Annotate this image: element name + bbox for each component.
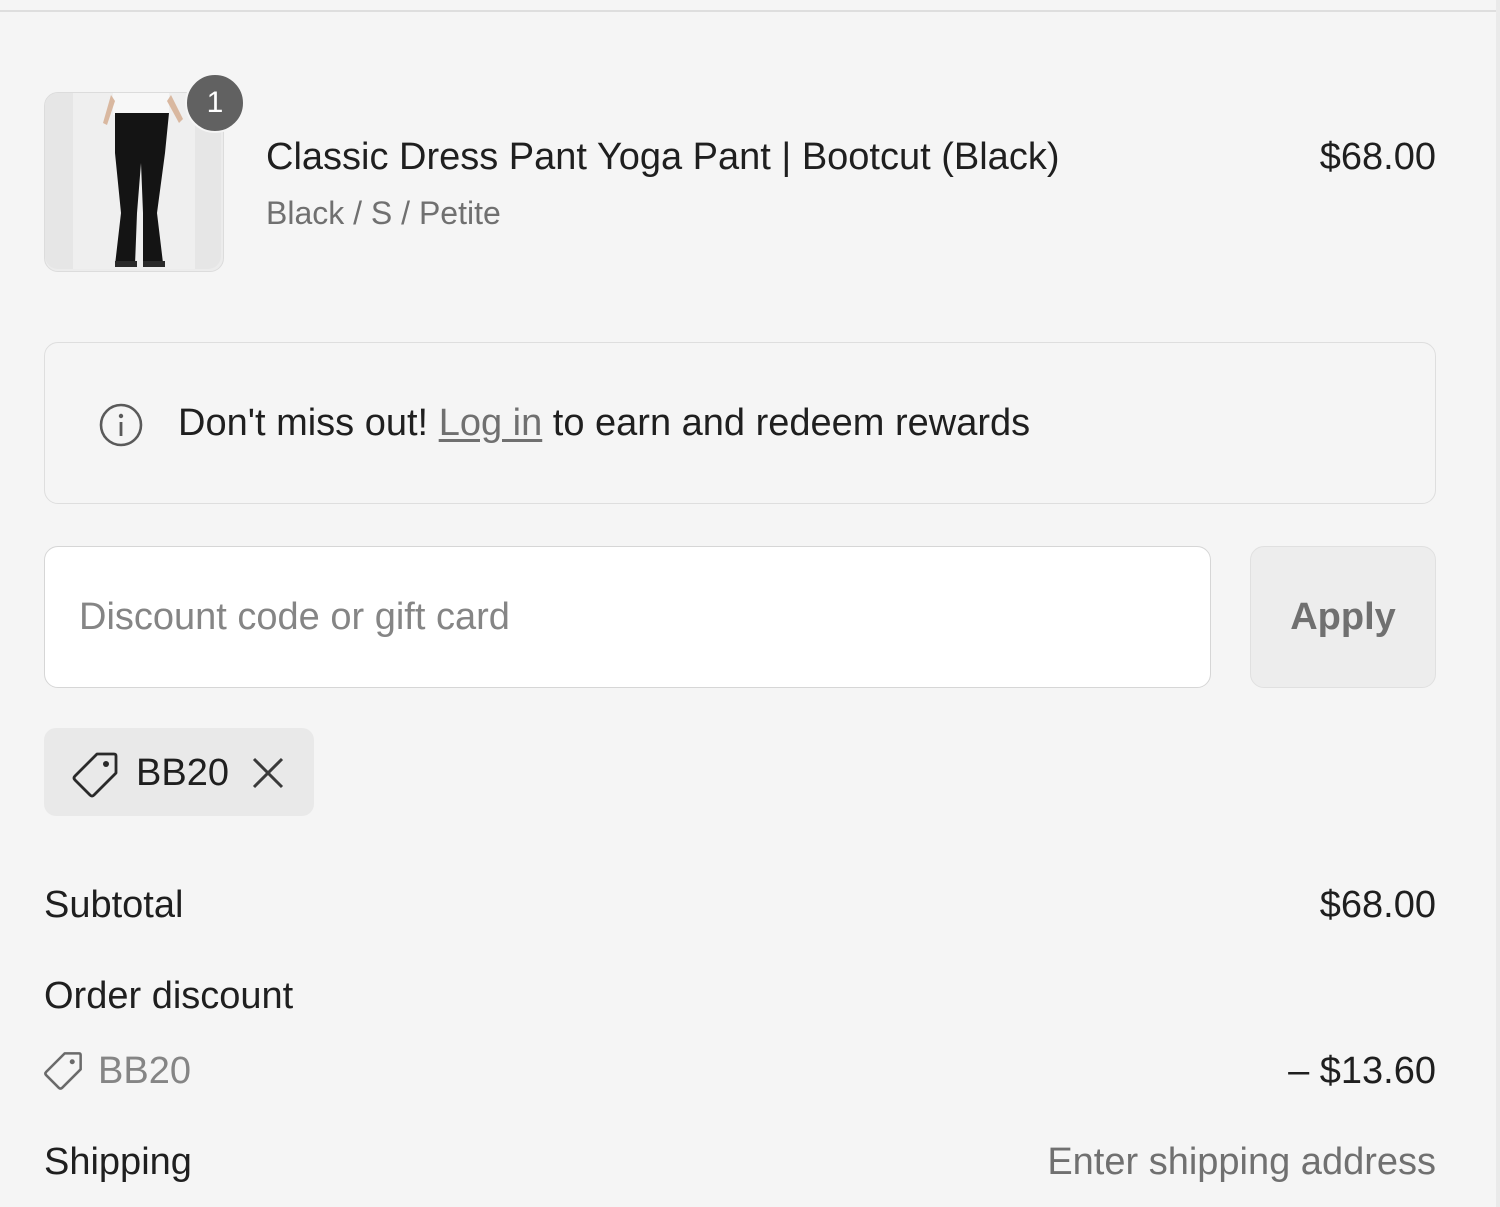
right-divider	[1496, 0, 1500, 1207]
rewards-message: Don't miss out! Log in to earn and redee…	[178, 402, 1030, 445]
product-price: $68.00	[1319, 136, 1436, 178]
rewards-suffix: to earn and redeem rewards	[542, 402, 1031, 444]
subtotal-label: Subtotal	[44, 884, 184, 926]
quantity-badge: 1	[185, 73, 245, 133]
applied-code-label: BB20	[136, 752, 229, 794]
shipping-label: Shipping	[44, 1141, 192, 1183]
rewards-prefix: Don't miss out!	[178, 402, 439, 444]
product-name: Classic Dress Pant Yoga Pant | Bootcut (…	[266, 136, 1060, 178]
login-link[interactable]: Log in	[439, 402, 543, 444]
product-variant: Black / S / Petite	[266, 195, 501, 231]
shipping-value: Enter shipping address	[1047, 1141, 1436, 1183]
tag-icon	[72, 752, 118, 798]
order-discount-value: – $13.60	[1288, 1050, 1436, 1092]
apply-button[interactable]: Apply	[1250, 546, 1436, 688]
subtotal-value: $68.00	[1319, 884, 1436, 926]
order-summary-panel: 1 Classic Dress Pant Yoga Pant | Bootcut…	[0, 0, 1500, 1207]
top-divider	[0, 0, 1500, 12]
discount-code-input[interactable]	[44, 546, 1211, 688]
info-icon	[99, 403, 143, 447]
close-icon[interactable]	[248, 753, 288, 793]
order-discount-code: BB20	[98, 1050, 191, 1092]
order-discount-label: Order discount	[44, 975, 294, 1017]
tag-icon	[44, 1052, 82, 1090]
